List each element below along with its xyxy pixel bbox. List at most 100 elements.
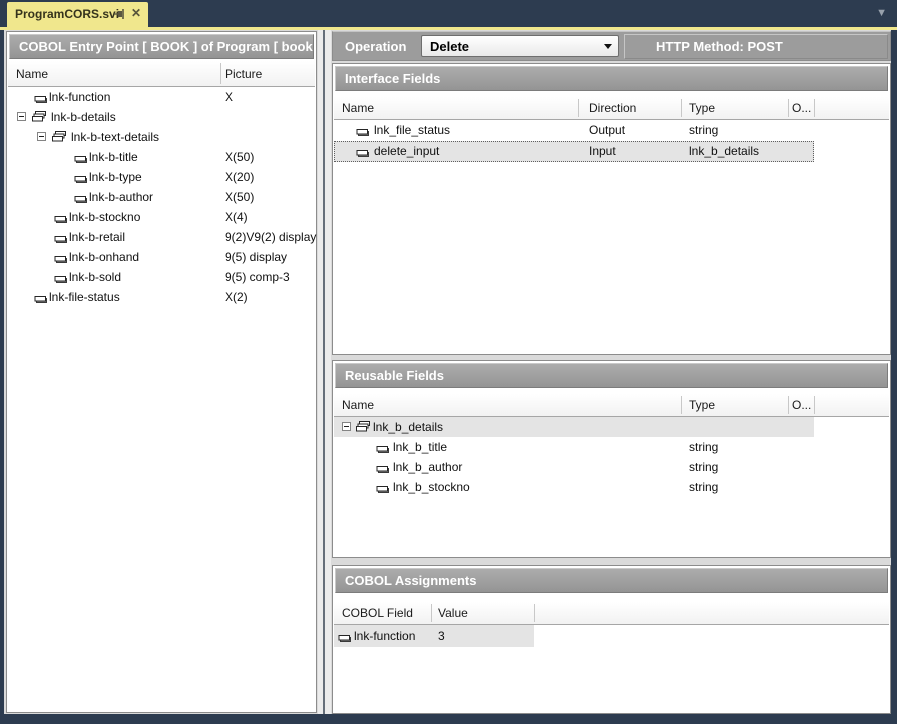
tree-item-label: lnk-b-onhand (69, 250, 139, 264)
field-icon (54, 213, 68, 227)
cell-type: string (689, 440, 718, 454)
interface-fields-panel: Interface Fields Name Direction Type O..… (332, 63, 891, 355)
reusable-fields-table: lnk_b_detailslnk_b_titlestringlnk_b_auth… (334, 417, 889, 497)
column-header-type[interactable]: Type (689, 398, 715, 412)
column-separator[interactable] (534, 604, 535, 622)
tree-expander-minus-icon[interactable] (37, 132, 46, 141)
cell-name: lnk_file_status (374, 123, 450, 137)
interface-fields-table: lnk_file_statusOutputstring delete_input I… (334, 120, 889, 162)
tree-item-label: lnk-b-author (89, 190, 153, 204)
column-header-direction[interactable]: Direction (589, 101, 636, 115)
column-separator[interactable] (788, 99, 789, 117)
column-header-value[interactable]: Value (438, 606, 468, 620)
http-method-label: HTTP Method: POST (656, 39, 783, 54)
tree-row[interactable]: lnk-b-text-details (8, 127, 315, 147)
field-icon (34, 93, 48, 107)
interface-fields-title-text: Interface Fields (345, 71, 440, 86)
table-row[interactable]: delete_input Input lnk_b_details (334, 141, 889, 162)
table-row[interactable]: lnk_file_statusOutputstring (334, 120, 889, 141)
tree-row[interactable]: lnk-b-retail9(2)V9(2) display (8, 227, 315, 247)
tab-programcors[interactable]: ProgramCORS.svi ✕ (7, 2, 148, 27)
tab-title: ProgramCORS.svi (15, 7, 119, 21)
column-header-cobol-field[interactable]: COBOL Field (342, 606, 413, 620)
tree-item-label: lnk-b-sold (69, 270, 121, 284)
cell-type: lnk_b_details (689, 144, 759, 158)
table-row[interactable]: lnk-function 3 (334, 625, 889, 647)
tree-row[interactable]: lnk-b-titleX(50) (8, 147, 315, 167)
column-header-name[interactable]: Name (342, 398, 374, 412)
cobol-assignments-panel: COBOL Assignments COBOL Field Value lnk-… (332, 565, 891, 714)
column-separator[interactable] (681, 99, 682, 117)
cell-type: string (689, 480, 718, 494)
column-header-name[interactable]: Name (16, 67, 48, 81)
close-icon[interactable]: ✕ (131, 6, 141, 20)
tree-row[interactable]: lnk-file-statusX(2) (8, 287, 315, 307)
tree-expander-minus-icon[interactable] (17, 112, 26, 121)
left-column-header-row: Name Picture (8, 61, 315, 87)
tree-item-picture: 9(5) display (225, 250, 287, 264)
column-header-type[interactable]: Type (689, 101, 715, 115)
column-separator[interactable] (814, 396, 815, 414)
tree-row[interactable]: lnk-b-sold9(5) comp-3 (8, 267, 315, 287)
group-icon (356, 421, 371, 436)
tree-row[interactable]: lnk-b-author X(50) (8, 187, 315, 207)
column-separator[interactable] (578, 99, 579, 117)
cell-value: 3 (438, 629, 445, 643)
minus-glyph (39, 136, 44, 137)
cobol-assignments-title-text: COBOL Assignments (345, 573, 476, 588)
tree-row[interactable]: lnk-b-stocknoX(4) (8, 207, 315, 227)
tree-item-label: lnk-b-details (51, 110, 116, 124)
column-separator[interactable] (788, 396, 789, 414)
tab-bar: ProgramCORS.svi ✕ ▼ (0, 0, 897, 27)
column-separator[interactable] (431, 604, 432, 622)
column-header-occurs[interactable]: O... (792, 398, 811, 412)
field-icon (54, 233, 68, 247)
column-header-picture[interactable]: Picture (225, 67, 262, 81)
cell-cobol-field: lnk-function (354, 629, 415, 643)
interface-fields-title: Interface Fields (335, 66, 888, 91)
tree-row[interactable]: lnk-b-typeX(20) (8, 167, 315, 187)
group-icon (52, 131, 67, 146)
operation-dropdown[interactable]: Delete (421, 35, 619, 57)
column-separator[interactable] (814, 99, 815, 117)
tree-row[interactable]: lnk-functionX (8, 87, 315, 107)
tree-item-picture: X(4) (225, 210, 248, 224)
pin-icon[interactable] (113, 7, 127, 22)
cell-type: string (689, 460, 718, 474)
cobol-assignments-table: lnk-function 3 (334, 625, 889, 647)
cell-name: delete_input (374, 144, 439, 158)
column-separator[interactable] (681, 396, 682, 414)
table-row[interactable]: lnk_b_authorstring (334, 457, 889, 477)
column-header-name[interactable]: Name (342, 101, 374, 115)
operation-bar: Operation Delete HTTP Method: POST (332, 31, 891, 61)
table-row[interactable]: lnk_b_stocknostring (334, 477, 889, 497)
field-icon (356, 147, 370, 161)
reusable-fields-title: Reusable Fields (335, 363, 888, 388)
tree-expander-minus-icon[interactable] (342, 422, 351, 431)
panel-splitter[interactable] (318, 30, 331, 714)
panel-splitter-bar (323, 30, 325, 714)
field-icon (74, 173, 88, 187)
tree-item-picture: X(50) (225, 190, 254, 204)
workspace: COBOL Entry Point [ BOOK ] of Program [ … (4, 30, 891, 714)
tree-item-label: lnk-b-title (89, 150, 138, 164)
tree-item-label: lnk-b-retail (69, 230, 125, 244)
column-header-occurs[interactable]: O... (792, 101, 811, 115)
field-icon (54, 273, 68, 287)
minus-glyph (344, 426, 349, 427)
column-separator[interactable] (220, 63, 221, 84)
table-row[interactable]: lnk_b_titlestring (334, 437, 889, 457)
cell-direction: Input (589, 144, 616, 158)
field-icon (338, 632, 352, 646)
minus-glyph (19, 116, 24, 117)
tree-item-label: lnk-b-type (89, 170, 142, 184)
table-row[interactable]: lnk_b_details (334, 417, 889, 437)
tree-row[interactable]: lnk-b-details (8, 107, 315, 127)
tree-item-label: lnk-b-text-details (71, 130, 159, 144)
chevron-down-icon (604, 44, 612, 49)
operation-label: Operation (345, 39, 406, 54)
tree-row[interactable]: lnk-b-onhand 9(5) display (8, 247, 315, 267)
chevron-down-icon[interactable]: ▼ (876, 7, 887, 19)
operation-dropdown-value: Delete (430, 39, 469, 54)
cell-type: string (689, 123, 718, 137)
